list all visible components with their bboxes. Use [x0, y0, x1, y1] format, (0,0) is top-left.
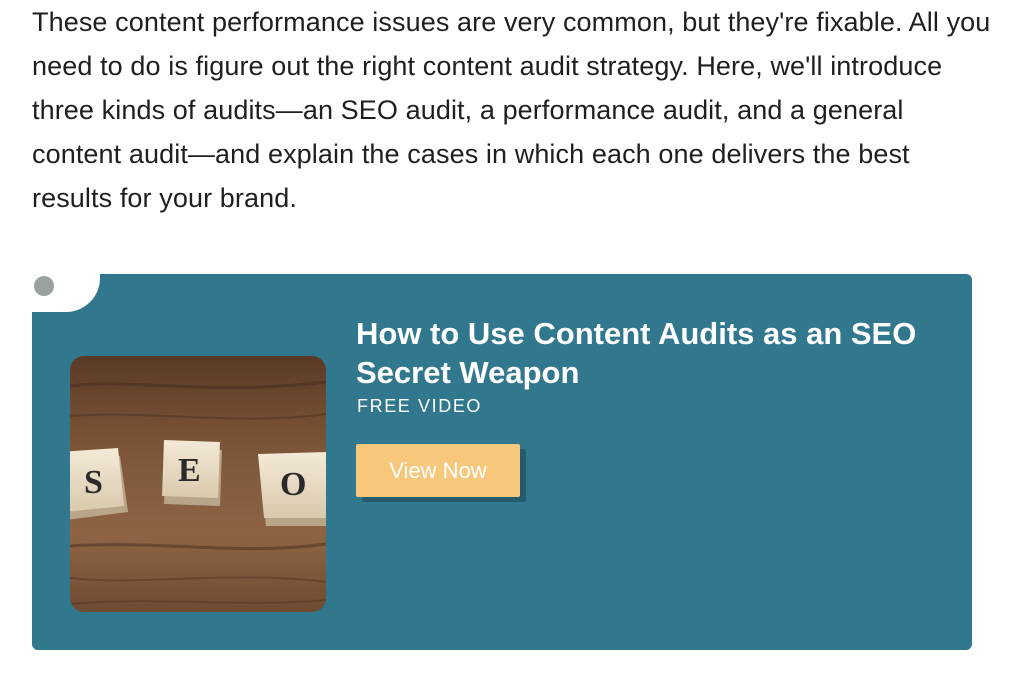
corner-dot-icon	[34, 276, 54, 296]
promo-title: How to Use Content Audits as an SEO Secr…	[356, 316, 917, 390]
svg-text:O: O	[280, 466, 306, 503]
tile-e: E	[162, 440, 222, 506]
tile-o: O	[258, 452, 326, 526]
video-promo-card: S E O How to Use Content Audits as an SE…	[32, 274, 972, 650]
promo-subtitle: FREE VIDEO	[357, 396, 483, 416]
tile-s: S	[70, 448, 128, 520]
svg-text:E: E	[178, 452, 201, 489]
view-now-button[interactable]: View Now	[356, 444, 520, 497]
seo-tiles-image: S E O	[70, 356, 326, 612]
svg-text:S: S	[84, 464, 103, 501]
article-paragraph: These content performance issues are ver…	[32, 7, 991, 213]
